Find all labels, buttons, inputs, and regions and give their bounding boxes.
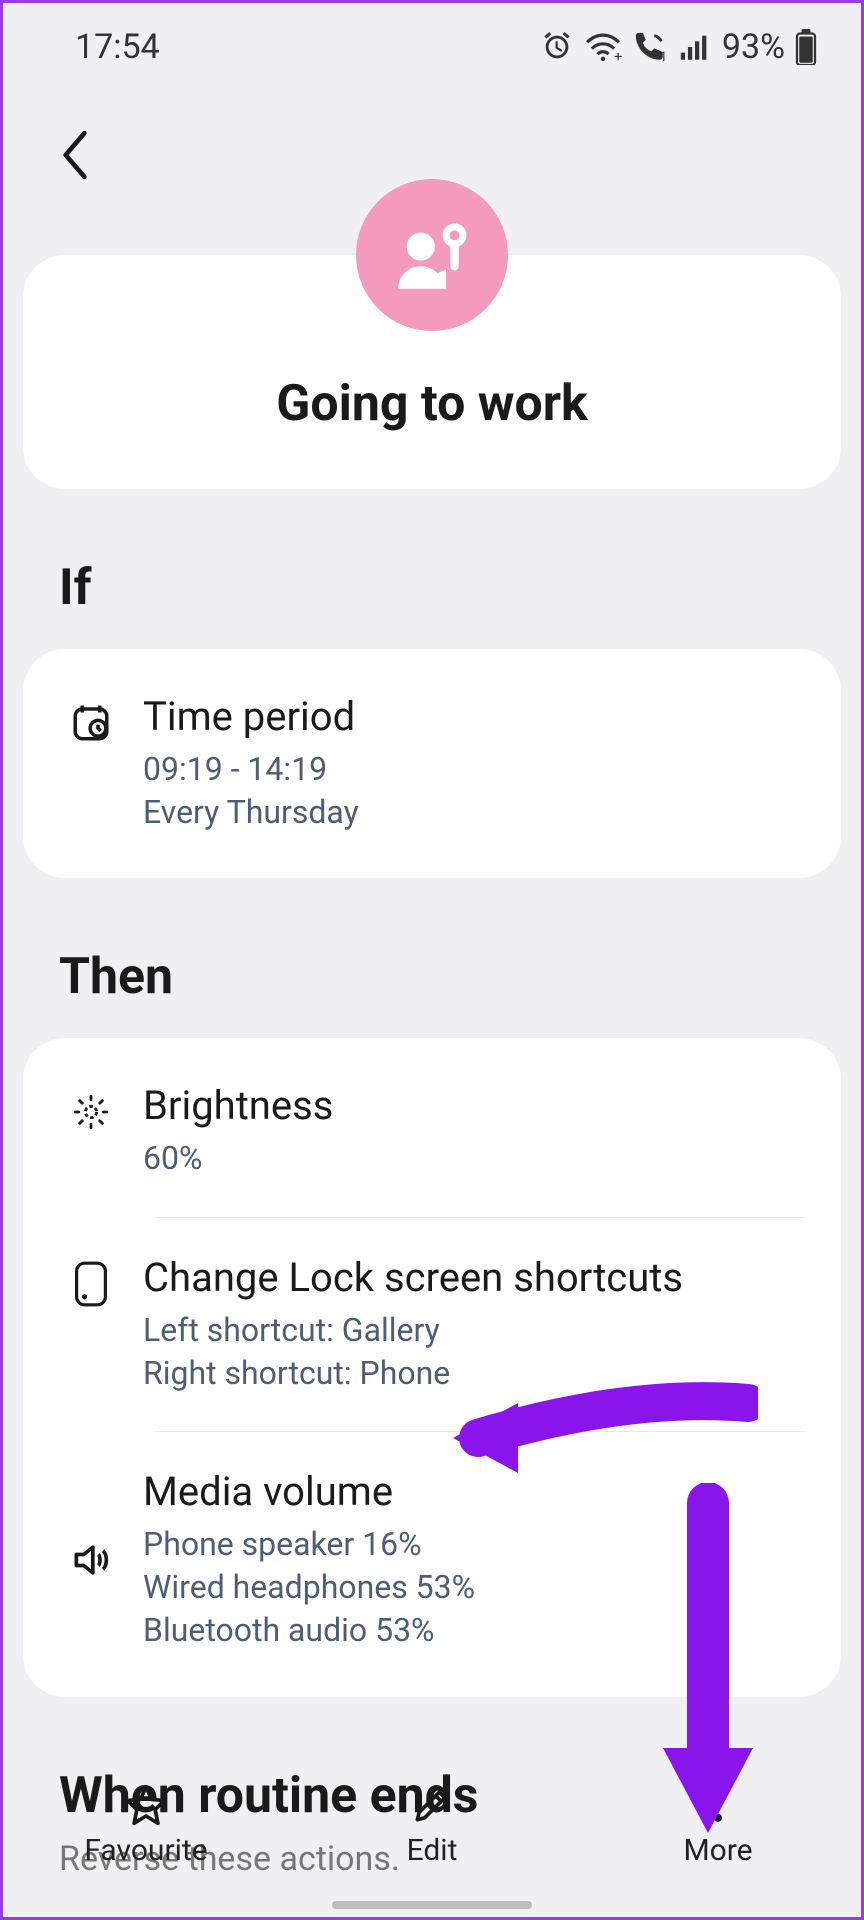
condition-time-period[interactable]: Time period 09:19 - 14:19 Every Thursday <box>23 657 841 870</box>
alarm-icon <box>540 30 574 64</box>
star-icon <box>124 1783 168 1827</box>
back-button[interactable] <box>45 125 105 185</box>
action-brightness[interactable]: Brightness 60% <box>23 1046 841 1216</box>
routine-title-card: Going to work <box>23 255 841 489</box>
wifi-icon: + <box>584 30 622 64</box>
routine-avatar[interactable] <box>356 179 508 331</box>
call-icon: 1 <box>632 30 668 64</box>
bottom-favourite[interactable]: Favourite <box>3 1755 289 1895</box>
status-icons: + 1 93% <box>540 27 817 67</box>
condition-title: Time period <box>143 693 797 740</box>
battery-percent: 93% <box>722 27 785 67</box>
annotation-arrow-more <box>638 1483 778 1843</box>
section-header-then: Then <box>3 878 861 1038</box>
annotation-arrow-media-volume <box>448 1363 758 1493</box>
brightness-icon <box>70 1091 112 1133</box>
action-title: Brightness <box>143 1082 797 1129</box>
home-indicator[interactable] <box>332 1901 532 1909</box>
battery-icon <box>795 29 817 65</box>
svg-text:+: + <box>614 49 622 64</box>
status-bar: 17:54 + 1 93% <box>3 3 861 77</box>
bottom-edit-label: Edit <box>407 1833 458 1868</box>
if-conditions-card: Time period 09:19 - 14:19 Every Thursday <box>23 649 841 878</box>
signal-icon <box>678 30 712 64</box>
action-title: Change Lock screen shortcuts <box>143 1254 797 1301</box>
action-sub1: 60% <box>143 1137 797 1180</box>
condition-sub2: Every Thursday <box>143 791 797 834</box>
routine-title: Going to work <box>23 375 841 433</box>
phone-shortcut-icon <box>71 1260 111 1308</box>
commute-icon <box>387 210 477 300</box>
condition-sub1: 09:19 - 14:19 <box>143 748 797 791</box>
bottom-favourite-label: Favourite <box>84 1833 207 1868</box>
status-time: 17:54 <box>75 27 160 67</box>
section-header-if: If <box>3 489 861 649</box>
action-sub1: Left shortcut: Gallery <box>143 1309 797 1352</box>
speaker-icon <box>69 1538 113 1582</box>
pencil-icon <box>410 1783 454 1827</box>
calendar-clock-icon <box>70 702 112 744</box>
chevron-left-icon <box>55 127 95 183</box>
svg-text:1: 1 <box>660 50 667 64</box>
bottom-edit[interactable]: Edit <box>289 1755 575 1895</box>
